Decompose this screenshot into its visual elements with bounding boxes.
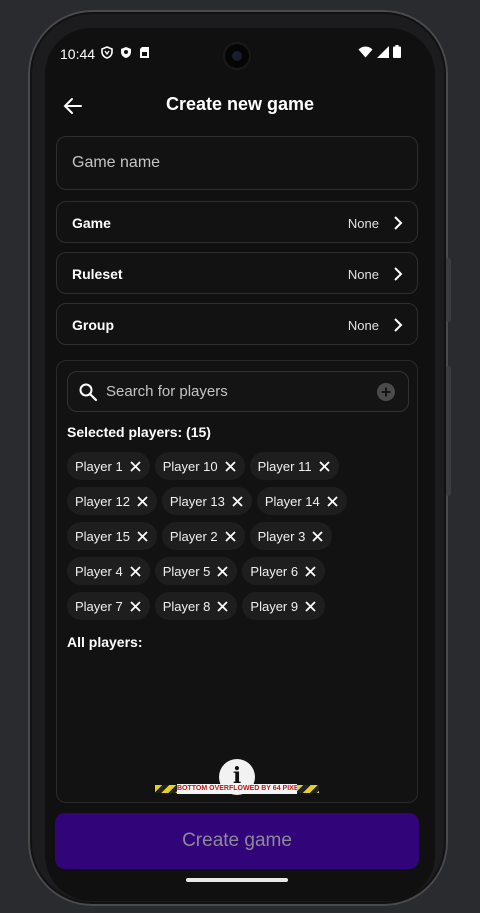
close-icon[interactable] (224, 460, 237, 473)
chip-label: Player 8 (162, 598, 211, 614)
player-chip: Player 15 (67, 522, 157, 550)
selected-players-title: Selected players: (15) (67, 424, 211, 440)
game-name-field[interactable]: Game name (56, 136, 418, 190)
chip-label: Player 13 (169, 493, 225, 509)
game-selector[interactable]: Game None (56, 201, 418, 243)
sim-icon (140, 47, 149, 58)
close-icon[interactable] (129, 565, 142, 578)
app-bar: Create new game (45, 86, 435, 126)
chip-label: Player 10 (162, 458, 218, 474)
status-bar: 10:44 (45, 28, 435, 80)
side-button (446, 366, 451, 496)
chip-label: Player 2 (169, 528, 218, 544)
status-time: 10:44 (60, 46, 96, 62)
chip-label: Player 3 (257, 528, 306, 544)
wifi-icon (358, 46, 373, 57)
chip-label: Player 6 (250, 563, 299, 579)
close-icon[interactable] (136, 495, 149, 508)
player-chip: Player 14 (256, 487, 347, 515)
player-chip: Player 8 (154, 592, 238, 620)
close-icon[interactable] (136, 530, 149, 543)
player-chip: Player 7 (67, 592, 150, 620)
chip-label: Player 11 (257, 458, 312, 474)
player-chip: Player 3 (249, 522, 333, 550)
group-selector[interactable]: Group None (56, 303, 418, 345)
close-icon[interactable] (318, 460, 331, 473)
chip-label: Player 4 (75, 563, 123, 579)
close-icon[interactable] (304, 600, 317, 613)
player-chip: Player 12 (67, 487, 157, 515)
chevron-right-icon (394, 318, 403, 332)
app-screen: 10:44 Create new game Game name Game Non… (45, 28, 435, 901)
player-chip: Player 2 (161, 522, 245, 550)
close-icon[interactable] (304, 565, 317, 578)
battery-icon (393, 45, 401, 58)
ruleset-label: Ruleset (72, 266, 123, 282)
player-chip: Player 1 (67, 452, 150, 480)
selected-players-chips: Player 1 Player 10 Player 11 Player 12 P… (67, 452, 407, 627)
chip-label: Player 15 (75, 528, 130, 544)
status-icons-right (358, 45, 401, 58)
chevron-right-icon (394, 216, 403, 230)
overflow-warning-text: BOTTOM OVERFLOWED BY 64 PIXELS (177, 784, 297, 794)
page-title: Create new game (165, 94, 315, 114)
chip-label: Player 12 (75, 493, 130, 509)
player-chip: Player 10 (154, 452, 245, 480)
signal-icon (377, 45, 389, 58)
search-placeholder: Search for players (106, 383, 228, 400)
all-players-title: All players: (67, 634, 143, 650)
chip-row: Player 15 Player 2 Player 3 (67, 522, 407, 550)
home-indicator[interactable] (186, 878, 288, 882)
player-chip: Player 4 (67, 557, 150, 585)
side-button (446, 258, 451, 322)
player-search-input[interactable]: Search for players (67, 371, 409, 412)
player-chip: Player 5 (154, 557, 238, 585)
chevron-right-icon (394, 267, 403, 281)
close-icon[interactable] (326, 495, 339, 508)
close-icon[interactable] (216, 565, 229, 578)
add-circle-icon[interactable] (377, 383, 395, 401)
create-game-label: Create game (182, 830, 292, 851)
close-icon[interactable] (224, 530, 237, 543)
chip-label: Player 1 (75, 458, 123, 474)
chip-label: Player 9 (250, 598, 299, 614)
ruleset-selector[interactable]: Ruleset None (56, 252, 418, 294)
ruleset-value: None (347, 267, 379, 282)
close-icon[interactable] (129, 600, 142, 613)
shield-icon (121, 47, 131, 58)
player-chip: Player 6 (242, 557, 326, 585)
chip-row: Player 12 Player 13 Player 14 (67, 487, 407, 515)
game-value: None (347, 216, 379, 231)
chip-row: Player 1 Player 10 Player 11 (67, 452, 407, 480)
create-game-button[interactable]: Create game (55, 813, 419, 869)
chip-row: Player 4 Player 5 Player 6 (67, 557, 407, 585)
vpn-icon (101, 46, 113, 59)
status-icons-left (101, 46, 150, 59)
chip-label: Player 14 (264, 493, 320, 509)
game-name-placeholder: Game name (72, 154, 161, 171)
close-icon[interactable] (216, 600, 229, 613)
player-chip: Player 13 (161, 487, 252, 515)
group-label: Group (72, 317, 114, 333)
player-chip: Player 9 (242, 592, 326, 620)
chip-label: Player 5 (162, 563, 211, 579)
chip-row: Player 7 Player 8 Player 9 (67, 592, 407, 620)
close-icon[interactable] (231, 495, 244, 508)
game-label: Game (72, 215, 111, 231)
close-icon[interactable] (311, 530, 324, 543)
players-panel: Search for players Selected players: (15… (56, 360, 418, 803)
player-chip: Player 11 (249, 452, 339, 480)
group-value: None (347, 318, 379, 333)
chip-label: Player 7 (75, 598, 123, 614)
search-icon (79, 383, 98, 402)
close-icon[interactable] (129, 460, 142, 473)
front-camera (225, 44, 249, 68)
